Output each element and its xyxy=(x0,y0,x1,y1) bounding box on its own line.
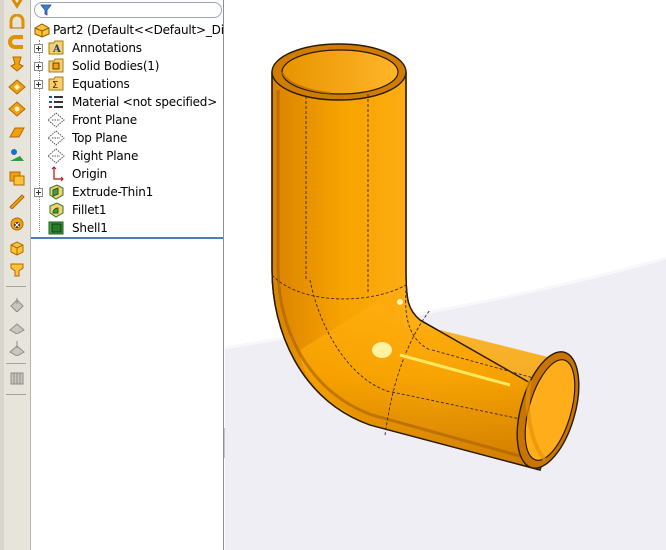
expand-toggle[interactable] xyxy=(34,188,43,197)
hole-wizard-icon[interactable] xyxy=(8,240,26,256)
material-icon xyxy=(49,96,63,108)
equations-icon: Σ xyxy=(48,76,64,91)
filter-icon[interactable] xyxy=(40,4,52,16)
swept-boss-icon[interactable] xyxy=(8,34,26,50)
toolbar-separator xyxy=(6,286,26,287)
graphics-area[interactable] xyxy=(225,0,666,550)
tree-item-equations[interactable]: Σ Equations xyxy=(31,75,223,93)
tree-item-top-plane[interactable]: Top Plane xyxy=(31,129,223,147)
plane-icon xyxy=(47,148,65,164)
tree-item-shell1[interactable]: Shell1 xyxy=(31,219,223,237)
tree-item-label: Fillet1 xyxy=(72,203,107,217)
revolved-boss-icon[interactable] xyxy=(8,14,26,30)
rollback-bar[interactable] xyxy=(31,237,223,239)
feature-manager-tree: Part2 (Default<<Default>_Dis A Annotatio… xyxy=(31,0,224,550)
top-opening-inner xyxy=(281,49,399,95)
dome-icon[interactable] xyxy=(8,262,26,278)
tree-item-label: Material <not specified> xyxy=(72,95,218,109)
tree-root-label: Part2 (Default<<Default>_Dis xyxy=(53,23,224,37)
tree-item-annotations[interactable]: A Annotations xyxy=(31,39,223,57)
shell-icon xyxy=(48,221,64,235)
lofted-boss-icon[interactable] xyxy=(8,56,26,72)
instant3d-icon[interactable] xyxy=(8,340,26,356)
expand-toggle[interactable] xyxy=(34,80,43,89)
tree-item-extrude-thin1[interactable]: Extrude-Thin1 xyxy=(31,183,223,201)
rib-icon[interactable] xyxy=(8,170,26,186)
extrude-icon xyxy=(49,184,64,200)
tree-item-origin[interactable]: Origin xyxy=(31,165,223,183)
tree-item-label: Solid Bodies(1) xyxy=(72,59,160,73)
specular-dot xyxy=(397,299,403,305)
tree-item-label: Annotations xyxy=(72,41,142,55)
fillet-tool-icon[interactable] xyxy=(8,125,26,141)
expand-toggle[interactable] xyxy=(34,44,43,53)
mirror-icon[interactable] xyxy=(8,370,26,386)
draft-icon[interactable] xyxy=(8,216,26,232)
tree-root-part[interactable]: Part2 (Default<<Default>_Dis xyxy=(31,21,224,39)
toolbar-separator xyxy=(6,363,26,364)
svg-text:A: A xyxy=(52,44,61,55)
tree-item-fillet1[interactable]: Fillet1 xyxy=(31,201,223,219)
extruded-cut-icon[interactable] xyxy=(8,79,26,95)
revolved-cut-icon[interactable] xyxy=(8,101,26,117)
features-toolbar xyxy=(0,0,31,550)
tree-item-label: Right Plane xyxy=(72,149,139,163)
chamfer-tool-icon[interactable] xyxy=(8,147,26,163)
extruded-boss-icon[interactable] xyxy=(8,0,26,12)
toolbar-grip xyxy=(0,0,4,550)
tree-item-solid-bodies[interactable]: Solid Bodies(1) xyxy=(31,57,223,75)
reference-geometry-icon[interactable] xyxy=(8,296,26,312)
tree-item-label: Origin xyxy=(72,167,108,181)
expand-toggle[interactable] xyxy=(34,62,43,71)
curves-icon[interactable] xyxy=(8,318,26,334)
tree-item-label: Front Plane xyxy=(72,113,137,127)
specular-highlight xyxy=(372,342,392,358)
plane-icon xyxy=(47,130,65,146)
tree-item-label: Equations xyxy=(72,77,130,91)
origin-icon xyxy=(51,166,64,182)
tree-filter-field[interactable] xyxy=(34,2,222,18)
tree-item-label: Top Plane xyxy=(72,131,128,145)
shell-tool-icon[interactable] xyxy=(8,193,26,209)
tree-item-front-plane[interactable]: Front Plane xyxy=(31,111,223,129)
plane-icon xyxy=(47,112,65,128)
fillet-icon xyxy=(49,202,64,218)
tree-item-label: Shell1 xyxy=(72,221,108,235)
pipe-elbow-model[interactable] xyxy=(225,0,666,550)
annotations-icon: A xyxy=(48,40,64,55)
tree-item-right-plane[interactable]: Right Plane xyxy=(31,147,223,165)
tree-item-label: Extrude-Thin1 xyxy=(72,185,154,199)
tree-item-material[interactable]: Material <not specified> xyxy=(31,93,223,111)
part-icon xyxy=(34,23,50,38)
toolbar-separator xyxy=(6,394,26,395)
svg-text:Σ: Σ xyxy=(52,80,58,91)
solid-bodies-icon xyxy=(48,58,64,73)
